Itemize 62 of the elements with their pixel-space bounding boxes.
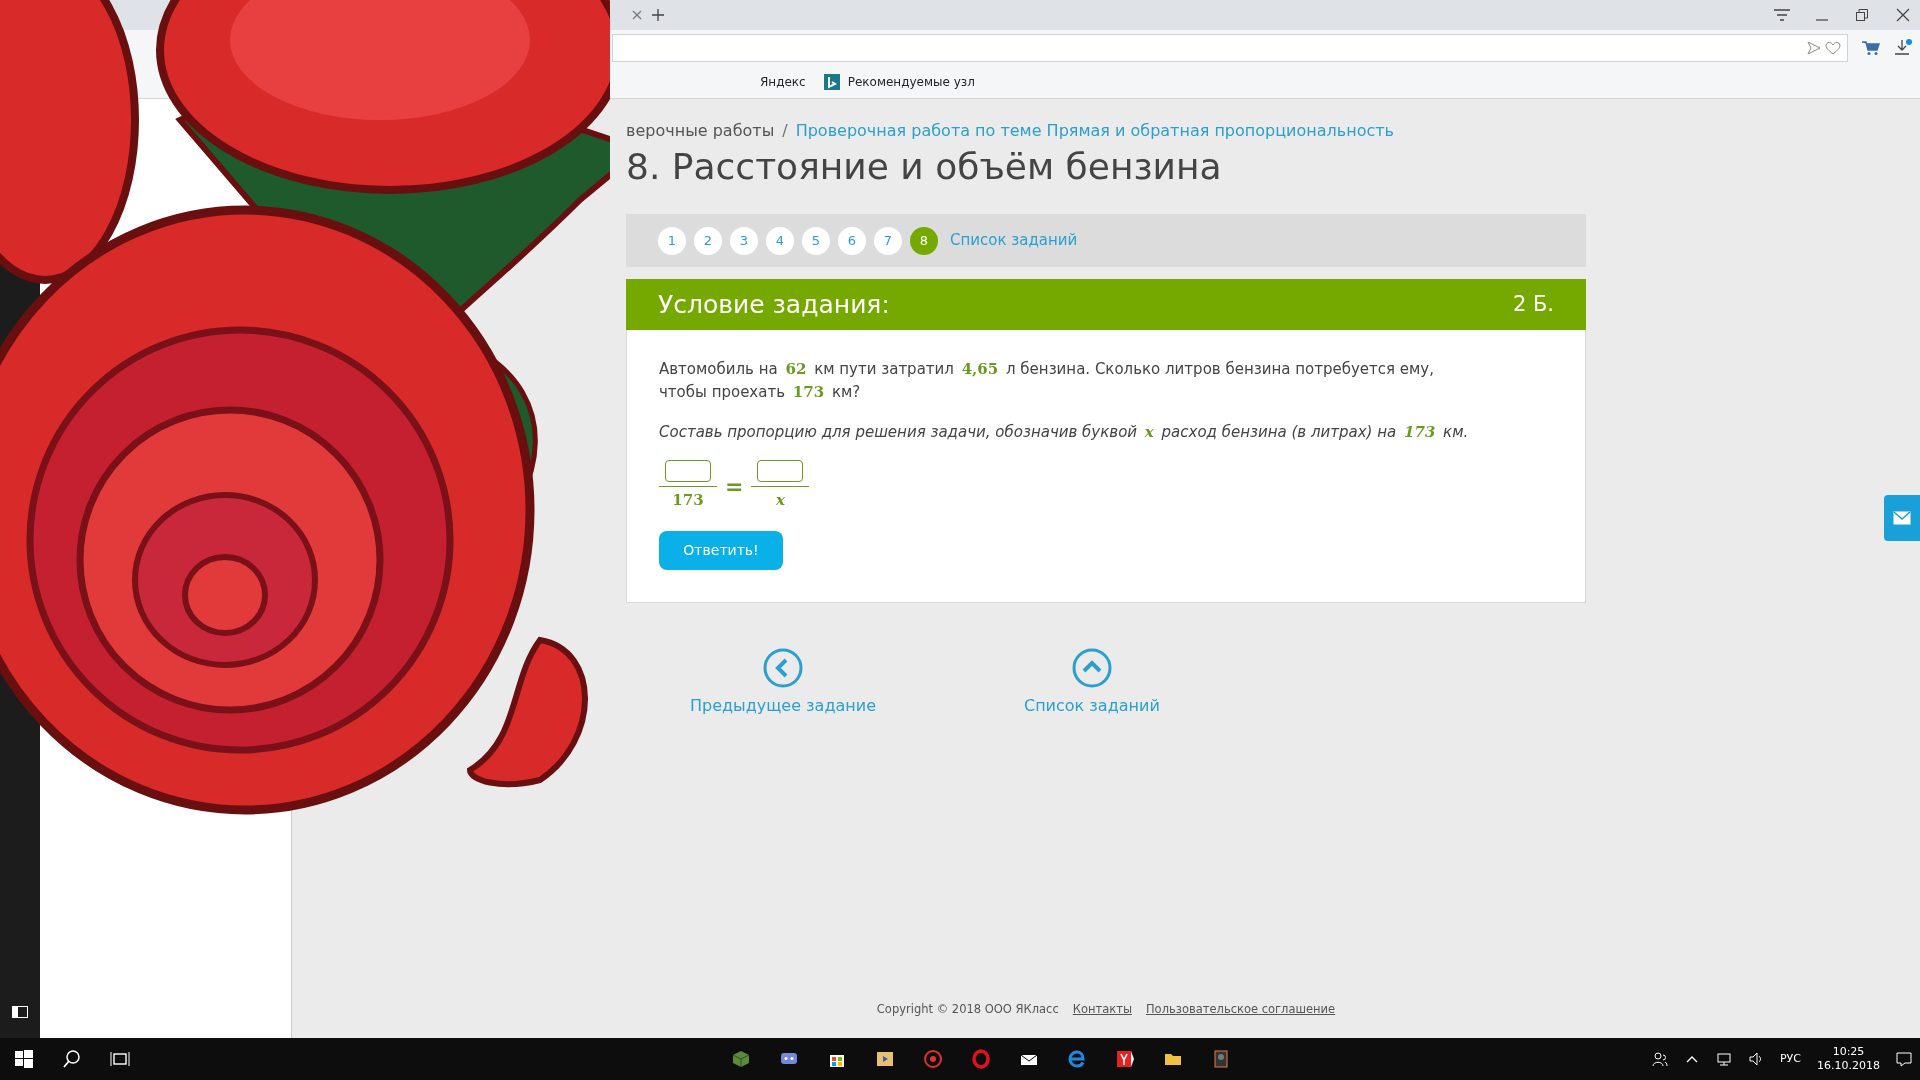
copyright-text: Copyright © 2018 ООО ЯКласс: [876, 1000, 1059, 1018]
footer-link[interactable]: Контакты: [1072, 1000, 1132, 1018]
ring-icon[interactable]: [971, 1049, 991, 1069]
heart-icon: [1825, 40, 1841, 55]
cube-icon[interactable]: [731, 1049, 751, 1069]
task-number-button[interactable]: 4: [766, 226, 794, 255]
page-title: 8. Расстояние и объём бензина: [626, 145, 1223, 189]
language-indicator[interactable]: РУС: [1780, 1050, 1801, 1068]
task-number-button[interactable]: 7: [874, 226, 902, 255]
portrait-icon[interactable]: [1211, 1049, 1231, 1069]
clock[interactable]: 10:25 16.10.2018: [1817, 1045, 1880, 1073]
new-tab-icon[interactable]: [652, 9, 664, 21]
task-number-button[interactable]: 3: [730, 226, 758, 255]
search-icon[interactable]: [62, 1049, 82, 1069]
envelope-icon: [1893, 511, 1911, 525]
speaker-icon[interactable]: [1748, 1051, 1764, 1067]
bookmark-link[interactable]: Яндекс: [760, 72, 806, 91]
address-field[interactable]: [612, 33, 1848, 62]
sidebar-toggle-icon[interactable]: [12, 1006, 28, 1018]
answer-box[interactable]: [757, 459, 804, 482]
cart-icon[interactable]: [1862, 39, 1880, 56]
task-number-button[interactable]: 2: [694, 226, 722, 255]
y-logo-icon[interactable]: [1115, 1049, 1135, 1069]
task-view-icon[interactable]: [110, 1049, 130, 1069]
breadcrumb-link[interactable]: Проверочная работа по теме Прямая и обратная пропорциональность: [795, 119, 1394, 143]
task-number-button[interactable]: 8: [910, 226, 938, 255]
windows-start-icon[interactable]: [14, 1049, 34, 1069]
network-icon[interactable]: [1716, 1051, 1732, 1067]
close-icon[interactable]: [1896, 8, 1910, 22]
notification-icon[interactable]: [1896, 1051, 1912, 1067]
submit-answer-button[interactable]: Ответить!: [659, 531, 783, 571]
task-list-link[interactable]: Список заданий: [1024, 694, 1160, 719]
task-header-title: Условие задания:: [658, 288, 890, 321]
breadcrumb-item: верочные работы: [626, 120, 775, 142]
bookmark-icon: [823, 73, 840, 90]
task-number-button[interactable]: 5: [802, 226, 830, 255]
equals-sign: =: [725, 471, 744, 501]
breadcrumb-separator: /: [782, 120, 788, 142]
browser-e-icon[interactable]: [1067, 1049, 1087, 1069]
media-player-icon[interactable]: [875, 1049, 895, 1069]
task-list-link[interactable]: Список заданий: [950, 229, 1078, 252]
close-tab-icon[interactable]: [632, 10, 642, 20]
mail-button[interactable]: [1884, 495, 1920, 541]
people-icon[interactable]: [1652, 1051, 1668, 1067]
menu-icon[interactable]: [1774, 9, 1790, 21]
send-icon: [1807, 40, 1821, 55]
points-label: 2 Б.: [1512, 290, 1554, 318]
chevron-left-icon[interactable]: [763, 648, 803, 689]
task-number-button[interactable]: 1: [658, 226, 686, 255]
fraction-denominator: x: [751, 485, 810, 512]
answer-box[interactable]: [665, 459, 711, 482]
download-icon[interactable]: [1894, 38, 1912, 57]
task-number-button[interactable]: 6: [838, 226, 866, 255]
instruction-text: Составь пропорцию для решения задачи, обозначив буквой x расход бензина (в литрах) на 173 км.: [659, 422, 1470, 444]
clock-time: 10:25: [1832, 1045, 1865, 1059]
fraction-denominator: 173: [659, 485, 717, 512]
restore-icon[interactable]: [1856, 9, 1868, 21]
previous-task-link[interactable]: Предыдущее задание: [690, 694, 876, 719]
bookmark-link[interactable]: Рекомендуемые узл: [847, 72, 975, 91]
footer-link[interactable]: Пользовательское соглашение: [1145, 1000, 1336, 1018]
clock-date: 16.10.2018: [1817, 1059, 1880, 1073]
problem-text: Автомобиль на 62 км пути затратил 4,65 л бензина. Сколько литров бензина потребуется ему, чтобы проехать 173 км?: [659, 359, 1435, 403]
